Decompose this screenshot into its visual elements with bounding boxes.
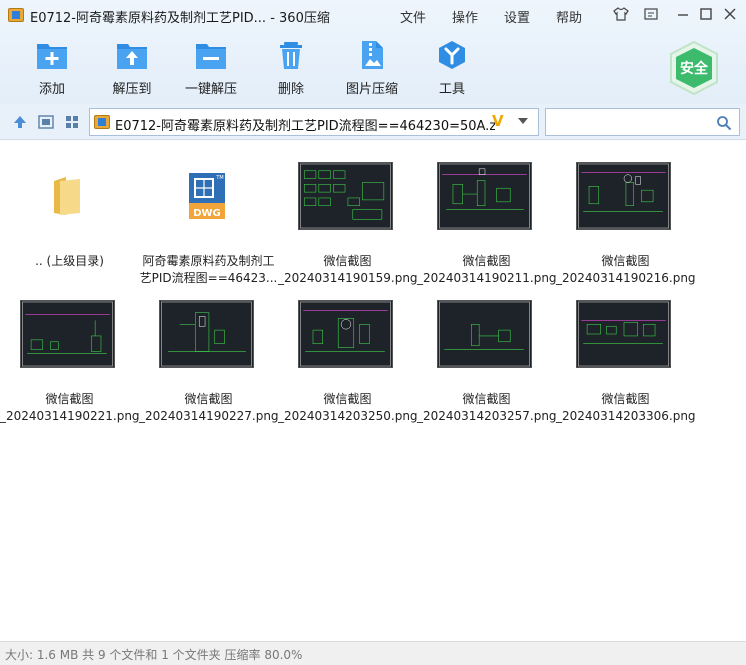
dwg-icon-tm: TM — [215, 175, 223, 181]
item-label: 微信截图 _20240314190159.png — [278, 254, 418, 285]
one-click-extract-button[interactable]: 一键解压 — [176, 38, 246, 98]
title-bar: E0712-阿奇霉素原料药及制剂工艺PID... - 360压缩 文件 操作 设… — [0, 0, 746, 30]
image-compress-label: 图片压缩 — [345, 82, 398, 97]
file-list: .. (上级目录) DWG TM 阿奇霉素原料药及制剂工 艺PID流程图==464… — [0, 141, 746, 641]
menu-file[interactable]: 文件 — [400, 7, 426, 26]
feedback-icon[interactable] — [642, 6, 660, 24]
item-label: 微信截图 _20240314190211.png — [417, 254, 557, 285]
search-icon[interactable] — [716, 115, 732, 131]
image-thumbnail — [298, 300, 393, 368]
image-thumbnail — [437, 300, 532, 368]
item-label: 微信截图 _20240314203257.png — [417, 392, 557, 423]
maximize-icon[interactable] — [697, 6, 715, 24]
folder-icon — [53, 177, 80, 215]
address-dropdown-icon[interactable] — [518, 118, 528, 124]
add-folder-icon — [36, 40, 68, 70]
add-button[interactable]: 添加 — [17, 38, 87, 98]
status-bar: 大小: 1.6 MB 共 9 个文件和 1 个文件夹 压缩率 80.0% — [0, 641, 746, 665]
item-label: 微信截图 _20240314203250.png — [278, 392, 418, 423]
address-v-badge: V — [492, 112, 504, 130]
dwg-file-icon: DWG TM — [188, 173, 225, 219]
image-thumbnail — [576, 300, 671, 368]
item-label: 微信截图 _20240314190216.png — [556, 254, 696, 285]
menu-operate[interactable]: 操作 — [452, 7, 478, 26]
window-title: E0712-阿奇霉素原料药及制剂工艺PID... - 360压缩 — [30, 11, 330, 26]
one-click-extract-icon — [195, 40, 227, 70]
item-label: 微信截图 _20240314190221.png — [0, 392, 140, 423]
tools-button[interactable]: 工具 — [417, 38, 487, 98]
item-label: 微信截图 _20240314190227.png — [139, 392, 279, 423]
image-zip-icon — [356, 40, 388, 70]
app-logo-icon — [8, 8, 24, 22]
image-thumbnail — [20, 300, 115, 368]
image-thumbnail — [437, 162, 532, 230]
item-label: 阿奇霉素原料药及制剂工 艺PID流程图==46423... — [139, 254, 278, 285]
add-label: 添加 — [38, 82, 65, 97]
extract-folder-icon — [116, 40, 148, 70]
safe-badge-label: 安全 — [680, 61, 708, 77]
archive-icon — [94, 115, 110, 129]
tools-hexagon-icon — [436, 40, 468, 70]
address-path: E0712-阿奇霉素原料药及制剂工艺PID流程图==464230=50A.zip… — [115, 119, 495, 134]
close-icon[interactable] — [721, 6, 739, 24]
minimize-icon[interactable] — [674, 6, 692, 24]
menu-settings[interactable]: 设置 — [504, 7, 530, 26]
item-label: .. (上级目录) — [35, 254, 104, 268]
image-compress-button[interactable]: 图片压缩 — [337, 38, 407, 98]
delete-button[interactable]: 删除 — [256, 38, 326, 98]
grid-view-icon[interactable] — [63, 113, 81, 131]
top-area: E0712-阿奇霉素原料药及制剂工艺PID... - 360压缩 文件 操作 设… — [0, 0, 746, 104]
menu-help[interactable]: 帮助 — [556, 7, 582, 26]
extract-to-button[interactable]: 解压到 — [97, 38, 167, 98]
one-click-extract-label: 一键解压 — [184, 82, 237, 97]
item-label: 微信截图 _20240314203306.png — [556, 392, 696, 423]
trash-icon — [275, 40, 307, 70]
dwg-icon-text: DWG — [193, 208, 221, 219]
search-box[interactable] — [545, 108, 740, 136]
delete-label: 删除 — [277, 82, 304, 97]
image-thumbnail — [159, 300, 254, 368]
image-thumbnail — [576, 162, 671, 230]
up-arrow-icon[interactable] — [11, 113, 29, 131]
skin-shirt-icon[interactable] — [612, 6, 630, 24]
image-thumbnail — [298, 162, 393, 230]
tools-label: 工具 — [438, 82, 465, 97]
extract-to-label: 解压到 — [112, 82, 152, 97]
navigation-bar: E0712-阿奇霉素原料药及制剂工艺PID流程图==464230=50A.zip… — [0, 104, 746, 140]
status-text: 大小: 1.6 MB 共 9 个文件和 1 个文件夹 压缩率 80.0% — [5, 648, 303, 662]
detail-view-icon[interactable] — [37, 113, 55, 131]
address-bar[interactable]: E0712-阿奇霉素原料药及制剂工艺PID流程图==464230=50A.zip… — [89, 108, 539, 136]
